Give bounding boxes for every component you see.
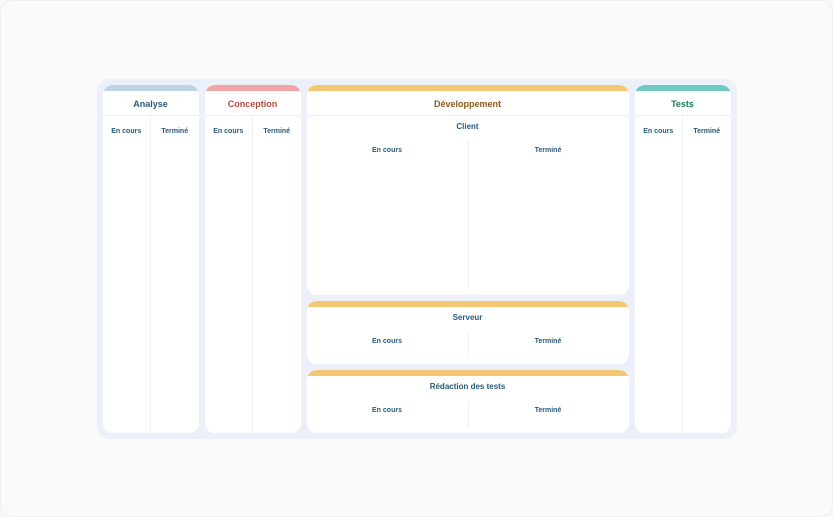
dev-panel-server[interactable]: Serveur En cours Terminé [307,301,629,364]
column-title-development: Développement [307,91,629,116]
lane-analyse-in-progress[interactable]: En cours [103,116,151,433]
column-analyse[interactable]: Analyse En cours Terminé [103,85,199,433]
dev-panel-tests-writing[interactable]: Rédaction des tests En cours Terminé [307,370,629,433]
lane-label: En cours [643,128,673,135]
lane-dev-tests-writing-done[interactable]: Terminé [468,395,629,433]
swimlane-dev-server: En cours Terminé [307,326,629,364]
lane-label: Terminé [535,338,562,345]
column-conception[interactable]: Conception En cours Terminé [205,85,301,433]
lane-tests-done[interactable]: Terminé [682,116,731,433]
dev-section-title-server: Serveur [307,307,629,326]
column-title-conception: Conception [205,91,301,116]
lane-analyse-done[interactable]: Terminé [150,116,199,433]
column-title-tests: Tests [635,91,731,116]
swimlane-dev-client: En cours Terminé [307,135,629,295]
lane-conception-in-progress[interactable]: En cours [205,116,253,433]
lane-label: En cours [372,407,402,414]
column-development: Développement Client En cours Terminé Se… [307,85,629,433]
lane-label: En cours [213,128,243,135]
lane-label: Terminé [535,407,562,414]
lane-label: Terminé [693,128,720,135]
lane-label: En cours [372,147,402,154]
lane-conception-done[interactable]: Terminé [252,116,301,433]
app-canvas: Analyse En cours Terminé Conception En c… [0,0,833,517]
column-tests[interactable]: Tests En cours Terminé [635,85,731,433]
lane-dev-client-done[interactable]: Terminé [468,135,629,295]
lane-label: Terminé [263,128,290,135]
lane-label: En cours [111,128,141,135]
lane-dev-server-in-progress[interactable]: En cours [307,326,468,364]
lane-label: Terminé [535,147,562,154]
lane-dev-client-in-progress[interactable]: En cours [307,135,468,295]
lane-label: Terminé [161,128,188,135]
dev-section-title-client: Client [307,116,629,135]
dev-section-title-tests-writing: Rédaction des tests [307,376,629,395]
swimlane-dev-tests-writing: En cours Terminé [307,395,629,433]
swimlane-tests: En cours Terminé [635,116,731,433]
column-title-analyse: Analyse [103,91,199,116]
kanban-board: Analyse En cours Terminé Conception En c… [97,79,737,439]
swimlane-analyse: En cours Terminé [103,116,199,433]
swimlane-conception: En cours Terminé [205,116,301,433]
lane-label: En cours [372,338,402,345]
lane-dev-server-done[interactable]: Terminé [468,326,629,364]
lane-dev-tests-writing-in-progress[interactable]: En cours [307,395,468,433]
dev-panel-client[interactable]: Développement Client En cours Terminé [307,85,629,295]
lane-tests-in-progress[interactable]: En cours [635,116,683,433]
